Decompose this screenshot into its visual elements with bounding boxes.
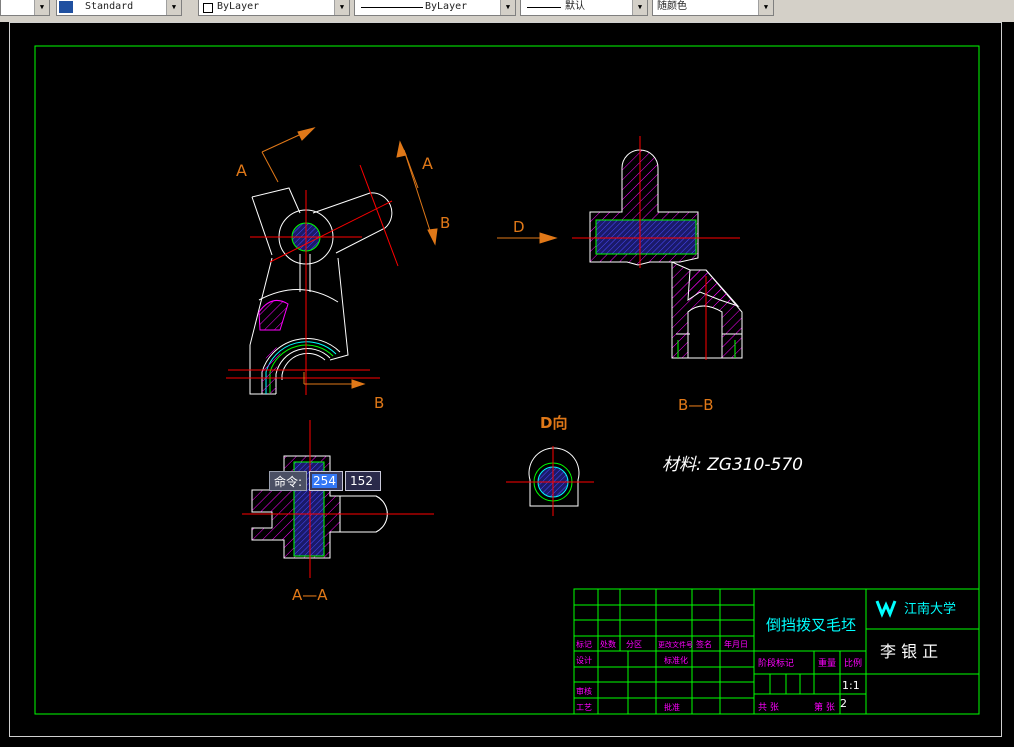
title-sheet-of: 第 张 (814, 701, 835, 713)
view-label-bb: B—B (678, 396, 714, 414)
rev-header-count: 处数 (600, 639, 616, 649)
school-logo (875, 600, 897, 618)
title-scale-header: 比例 (844, 657, 862, 669)
section-label-b: B (440, 214, 450, 232)
title-designer: 设计 (576, 655, 592, 665)
section-label-a: A (236, 161, 247, 180)
rev-header-sign: 签名 (696, 639, 712, 649)
title-mass-header: 重量 (818, 657, 836, 669)
rev-header-mark: 标记 (576, 639, 592, 649)
title-sheet-value: 2 (840, 697, 847, 710)
main-center-lines (226, 164, 399, 395)
d-view (506, 446, 594, 516)
title-scale-value: 1:1 (842, 679, 860, 692)
rev-header-date: 年月日 (724, 639, 748, 649)
title-author: 李 银 正 (880, 642, 938, 661)
title-school: 江南大学 (904, 601, 956, 617)
view-label-aa: A—A (292, 586, 328, 604)
coordinate-x-value: 254 (312, 474, 337, 488)
view-label-d: D向 (540, 414, 567, 432)
title-process: 工艺 (576, 703, 592, 712)
rev-header-docno: 更改文件号 (658, 640, 693, 649)
title-standard: 标准化 (664, 655, 688, 665)
dynamic-input-tooltip: 命令: 254 152 (269, 471, 382, 491)
command-label: 命令: (269, 471, 308, 491)
drawing-border (34, 45, 980, 715)
title-part-name: 倒挡拨叉毛坯 (766, 616, 856, 634)
material-note: 材料: ZG310-570 (662, 455, 803, 475)
bb-section-view (589, 149, 743, 359)
coordinate-x-input[interactable]: 254 (309, 471, 344, 491)
main-view (249, 187, 393, 395)
rev-header-zone: 分区 (626, 640, 642, 649)
aa-section-view (242, 420, 434, 578)
section-label-a2: A (422, 154, 433, 173)
coordinate-y-input[interactable]: 152 (345, 471, 382, 491)
title-stage-header: 阶段标记 (758, 657, 794, 669)
cad-drawing: A A B B D B—B D向 A—A 材料: ZG310-570 倒挡拨叉毛… (34, 45, 980, 715)
direction-label-d: D (513, 218, 525, 236)
section-label-b2: B (374, 394, 384, 412)
title-audit: 审核 (576, 686, 592, 696)
title-approve: 批准 (664, 702, 680, 712)
title-sheets: 共 张 (758, 702, 779, 713)
